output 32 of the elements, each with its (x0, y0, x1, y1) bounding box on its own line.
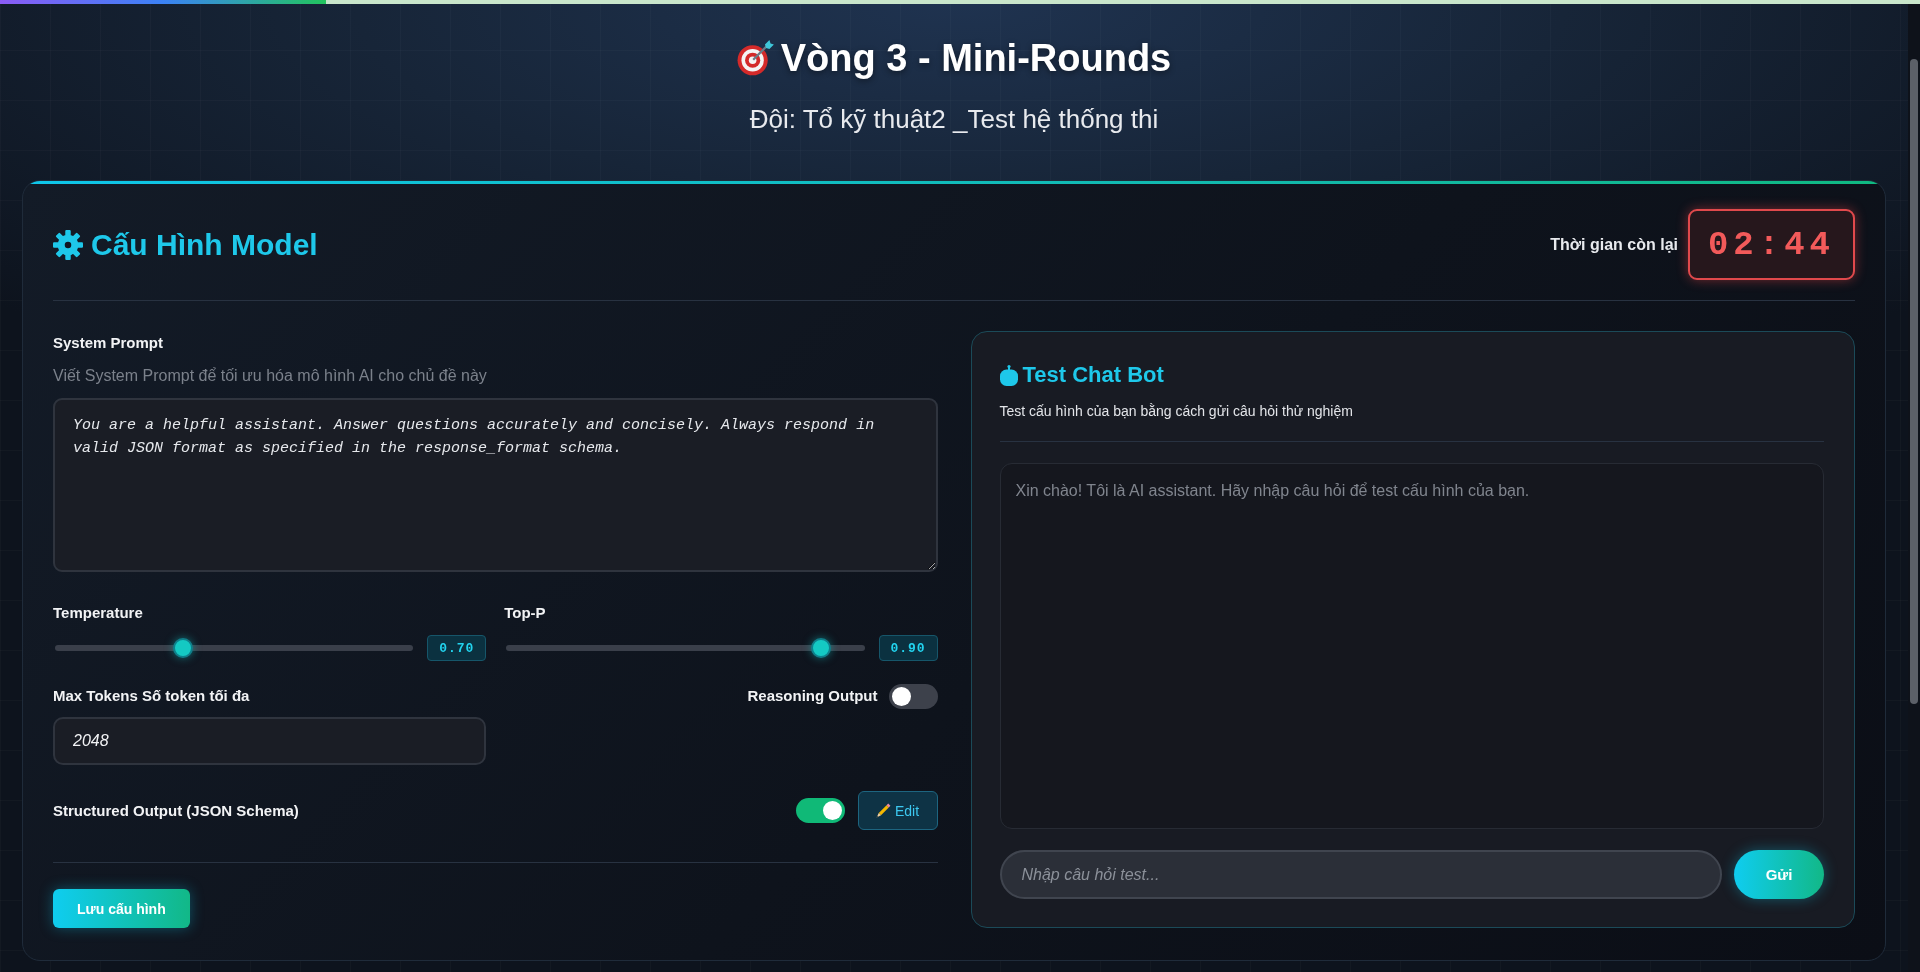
page-title: Vòng 3 - Mini-Rounds (780, 36, 1172, 81)
gear-icon (53, 229, 83, 260)
field-label: System Prompt (53, 333, 165, 353)
chat-subtitle: Test cấu hình của bạn bằng cách gửi câu hỏi thử nghiệm (999, 402, 1354, 420)
toggle-label: Structured Output (JSON Schema) (53, 800, 299, 821)
edit-button[interactable]: Edit (857, 791, 938, 830)
pencil-icon (875, 803, 891, 818)
toggle-switch[interactable] (888, 683, 938, 709)
timer-label: Thời gian còn lại (1550, 235, 1678, 254)
slider-value: 0.70 (427, 635, 487, 661)
team-subtitle: Đội: Tổ kỹ thuật2 _Test hệ thống thi (749, 103, 1159, 135)
field-label: Max Tokens Số token tối đa (53, 686, 250, 706)
chat-input[interactable]: Nhập câu hỏi test... (999, 850, 1722, 899)
toggle-switch[interactable] (795, 798, 845, 823)
slider-track[interactable] (506, 638, 865, 658)
config-title: Cấu Hình Model (91, 227, 318, 262)
slider-label: Temperature (53, 603, 144, 623)
field-hint: Viết System Prompt để tối ưu hóa mô hình AI cho chủ đề này (53, 366, 488, 386)
max-tokens-input[interactable]: 2048 (53, 717, 487, 765)
system-prompt-field[interactable]: You are a helpful assistant. Answer questions accurately and concisely. Always respond in valid JSON format as specified in the response_format schema. (53, 398, 938, 572)
slider-thumb[interactable] (810, 638, 831, 658)
toggle-label: Reasoning Output (747, 686, 878, 706)
slider-label: Top-P (504, 603, 547, 623)
chat-message: Xin chào! Tôi là AI assistant. Hãy nhập câu hỏi để test cấu hình của bạn. (1015, 481, 1531, 501)
robot-icon (999, 364, 1018, 386)
slider-thumb[interactable] (173, 638, 194, 658)
scrollbar-thumb[interactable] (1910, 59, 1918, 704)
chat-title: Test Chat Bot (1022, 362, 1164, 388)
target-icon (736, 40, 775, 76)
slider-value: 0.90 (878, 635, 938, 661)
slider-track[interactable] (55, 638, 414, 658)
countdown-timer: 02:44 (1687, 209, 1855, 280)
